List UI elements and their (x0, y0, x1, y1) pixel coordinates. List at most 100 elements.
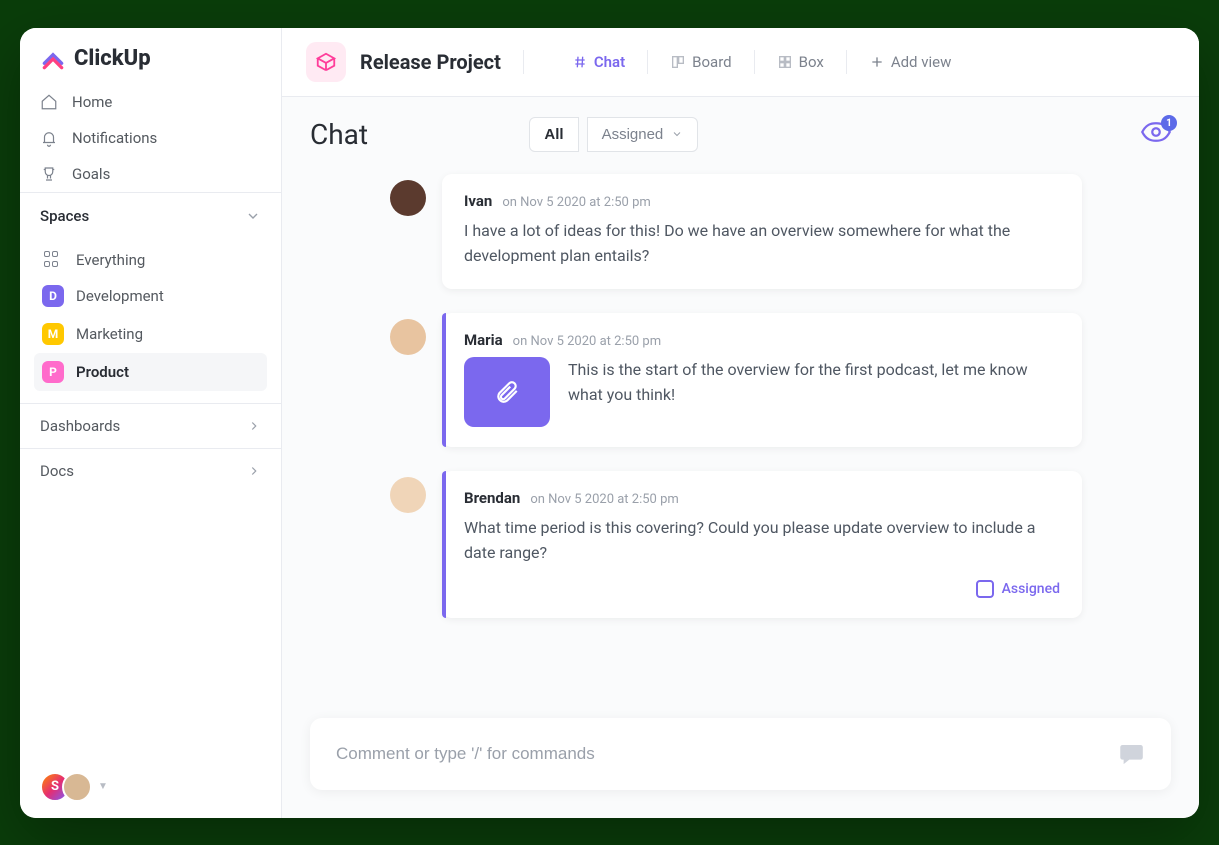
space-label-development: Development (76, 287, 164, 305)
assigned-tag[interactable]: Assigned (464, 580, 1060, 598)
plus-icon (869, 54, 885, 70)
sidebar-space-product[interactable]: P Product (34, 353, 267, 391)
add-view-button[interactable]: Add view (859, 47, 962, 77)
space-label-marketing: Marketing (76, 325, 143, 343)
checkbox-icon (976, 580, 994, 598)
message-author: Maria (464, 331, 503, 349)
nav-home[interactable]: Home (20, 84, 281, 120)
messages-list: Ivan on Nov 5 2020 at 2:50 pm I have a l… (282, 164, 1199, 710)
main-content: Release Project Chat Board Box (282, 28, 1199, 818)
message-card[interactable]: Brendan on Nov 5 2020 at 2:50 pm What ti… (442, 471, 1082, 618)
tab-chat[interactable]: Chat (562, 47, 635, 77)
chevron-down-icon (245, 208, 261, 224)
user-avatars[interactable]: S ▼ (20, 756, 281, 818)
sidebar-docs[interactable]: Docs (20, 448, 281, 493)
dashboards-label: Dashboards (40, 417, 120, 435)
project-icon (306, 42, 346, 82)
chevron-down-icon (671, 128, 683, 140)
nav-notifications[interactable]: Notifications (20, 120, 281, 156)
view-tabs: Chat Board Box Add view (562, 47, 962, 77)
box-icon (777, 54, 793, 70)
brand-row: ClickUp (20, 28, 281, 84)
space-label-product: Product (76, 363, 129, 381)
everything-label: Everything (76, 251, 145, 269)
message-card[interactable]: Ivan on Nov 5 2020 at 2:50 pm I have a l… (442, 174, 1082, 289)
paperclip-icon (494, 379, 520, 405)
space-badge-d: D (42, 285, 64, 307)
tab-board-label: Board (692, 53, 731, 71)
message-row: Ivan on Nov 5 2020 at 2:50 pm I have a l… (390, 174, 1171, 289)
bell-icon (40, 129, 58, 147)
avatar (390, 319, 426, 355)
message-row: Brendan on Nov 5 2020 at 2:50 pm What ti… (390, 471, 1171, 618)
message-body: I have a lot of ideas for this! Do we ha… (464, 218, 1060, 269)
nav-home-label: Home (72, 93, 112, 111)
message-row: Maria on Nov 5 2020 at 2:50 pm This is t… (390, 313, 1171, 447)
add-view-label: Add view (891, 53, 952, 71)
message-header: Ivan on Nov 5 2020 at 2:50 pm (464, 192, 1060, 210)
attachment-thumbnail[interactable] (464, 357, 550, 427)
sidebar-space-marketing[interactable]: M Marketing (34, 315, 267, 353)
nav-goals[interactable]: Goals (20, 156, 281, 192)
avatar-stack: S (40, 772, 92, 802)
sidebar: ClickUp Home Notifications Goals Spaces … (20, 28, 282, 818)
message-card[interactable]: Maria on Nov 5 2020 at 2:50 pm This is t… (442, 313, 1082, 447)
tab-chat-label: Chat (594, 53, 625, 71)
avatar (390, 180, 426, 216)
trophy-icon (40, 165, 58, 183)
tab-box[interactable]: Box (767, 47, 834, 77)
spaces-list: Everything D Development M Marketing P P… (20, 239, 281, 403)
space-badge-p: P (42, 361, 64, 383)
clickup-logo-icon (40, 46, 66, 72)
watchers-count: 1 (1161, 115, 1177, 131)
message-time: on Nov 5 2020 at 2:50 pm (513, 334, 661, 349)
message-time: on Nov 5 2020 at 2:50 pm (502, 195, 650, 210)
sidebar-item-everything[interactable]: Everything (34, 243, 267, 277)
nav-goals-label: Goals (72, 165, 110, 183)
assigned-label: Assigned (1002, 581, 1060, 597)
docs-label: Docs (40, 462, 74, 480)
divider (523, 50, 524, 74)
comment-composer[interactable] (310, 718, 1171, 790)
divider (846, 50, 847, 74)
sidebar-space-development[interactable]: D Development (34, 277, 267, 315)
message-header: Brendan on Nov 5 2020 at 2:50 pm (464, 489, 1060, 507)
comment-input[interactable] (336, 744, 1118, 764)
message-header: Maria on Nov 5 2020 at 2:50 pm (464, 331, 1060, 349)
tab-box-label: Box (799, 53, 824, 71)
project-title: Release Project (360, 50, 501, 74)
chat-header: Chat All Assigned 1 (282, 97, 1199, 164)
message-body: What time period is this covering? Could… (464, 515, 1060, 566)
message-body: This is the start of the overview for th… (568, 357, 1060, 408)
chat-bubble-icon (1118, 740, 1145, 768)
divider (647, 50, 648, 74)
space-badge-m: M (42, 323, 64, 345)
board-icon (670, 54, 686, 70)
spaces-header-label: Spaces (40, 207, 89, 225)
cube-icon (315, 51, 337, 73)
tab-board[interactable]: Board (660, 47, 741, 77)
app-window: ClickUp Home Notifications Goals Spaces … (20, 28, 1199, 818)
watchers-button[interactable]: 1 (1141, 121, 1171, 147)
filter-all-button[interactable]: All (529, 117, 578, 152)
message-author: Brendan (464, 489, 520, 507)
avatar-user-2 (62, 772, 92, 802)
everything-icon (44, 251, 62, 269)
message-author: Ivan (464, 192, 492, 210)
nav-notifications-label: Notifications (72, 129, 157, 147)
chevron-right-icon (247, 419, 261, 433)
sidebar-dashboards[interactable]: Dashboards (20, 403, 281, 448)
caret-down-icon: ▼ (98, 781, 108, 792)
avatar (390, 477, 426, 513)
hash-icon (572, 54, 588, 70)
brand-name: ClickUp (74, 46, 151, 71)
topbar: Release Project Chat Board Box (282, 28, 1199, 97)
divider (754, 50, 755, 74)
home-icon (40, 93, 58, 111)
chevron-right-icon (247, 464, 261, 478)
filter-assigned-button[interactable]: Assigned (587, 117, 699, 152)
message-time: on Nov 5 2020 at 2:50 pm (530, 492, 678, 507)
spaces-header[interactable]: Spaces (20, 192, 281, 239)
chat-filters: All Assigned (529, 117, 698, 152)
chat-title: Chat (310, 118, 368, 151)
